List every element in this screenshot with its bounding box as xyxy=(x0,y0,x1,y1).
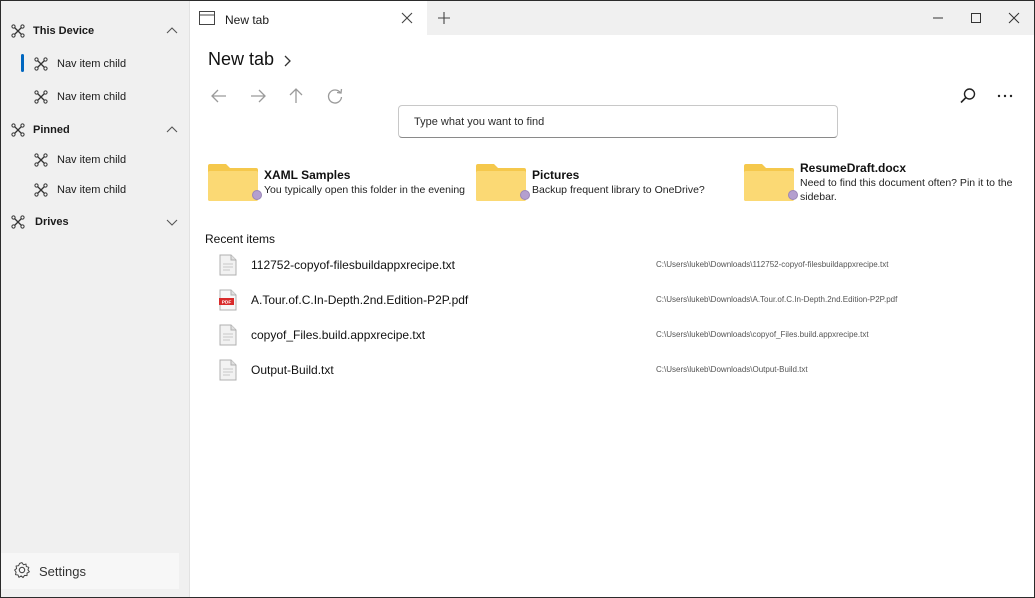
back-arrow-icon[interactable] xyxy=(209,86,229,106)
recent-item-row[interactable]: Output-Build.txt C:\Users\lukeb\Download… xyxy=(205,355,1025,385)
refresh-icon[interactable] xyxy=(325,86,345,106)
file-name: A.Tour.of.C.In-Depth.2nd.Edition-P2P.pdf xyxy=(251,293,469,307)
sidebar-group-drives[interactable]: Drives xyxy=(1,207,190,237)
sidebar-item-label: Nav item child xyxy=(57,184,127,196)
title-bar: New tab xyxy=(191,1,1034,35)
sidebar-group-pinned[interactable]: Pinned xyxy=(1,115,190,145)
quick-access-card[interactable]: Pictures Backup frequent library to OneD… xyxy=(476,161,742,207)
tab-new-tab[interactable]: New tab xyxy=(191,1,427,35)
page-title: New tab xyxy=(208,49,275,69)
nav-node-icon xyxy=(34,57,48,71)
chevron-up-icon[interactable] xyxy=(165,124,179,136)
text-file-icon xyxy=(219,254,237,276)
quick-access-subtitle: You typically open this folder in the ev… xyxy=(264,184,465,196)
close-window-button[interactable] xyxy=(994,1,1034,33)
close-tab-icon[interactable] xyxy=(401,12,413,24)
chevron-down-icon[interactable] xyxy=(165,216,179,228)
minimize-icon xyxy=(933,17,943,19)
minimize-button[interactable] xyxy=(918,1,958,33)
app-window: This Device Nav item child Nav item chil… xyxy=(0,0,1035,598)
file-name: Output-Build.txt xyxy=(251,363,334,377)
sidebar-group-label: Drives xyxy=(35,216,69,228)
gear-icon xyxy=(14,562,30,579)
sidebar-item-label: Nav item child xyxy=(57,91,127,103)
sidebar-group-label: Pinned xyxy=(33,124,70,136)
folder-icon xyxy=(476,164,526,201)
sidebar-item-nav-child-3[interactable]: Nav item child xyxy=(1,145,190,175)
nav-node-icon xyxy=(11,24,25,38)
sidebar: This Device Nav item child Nav item chil… xyxy=(1,1,190,597)
file-path: C:\Users\lukeb\Downloads\Output-Build.tx… xyxy=(656,365,808,374)
quick-access-subtitle: Backup frequent library to OneDrive? xyxy=(532,184,705,196)
sidebar-item-nav-child-4[interactable]: Nav item child xyxy=(1,175,190,205)
more-options-icon[interactable] xyxy=(995,86,1015,106)
settings-button[interactable]: Settings xyxy=(1,553,179,589)
tab-title: New tab xyxy=(225,13,270,27)
sidebar-item-label: Nav item child xyxy=(57,154,127,166)
text-file-icon xyxy=(219,324,237,346)
search-input[interactable] xyxy=(414,114,814,130)
folder-icon xyxy=(744,164,794,201)
file-path: C:\Users\lukeb\Downloads\copyof_Files.bu… xyxy=(656,330,869,339)
sidebar-item-label: Nav item child xyxy=(57,58,127,70)
nav-node-icon xyxy=(11,215,25,229)
sidebar-group-label: This Device xyxy=(33,25,95,37)
status-dot xyxy=(252,190,262,200)
forward-arrow-icon[interactable] xyxy=(248,86,268,106)
quick-access-title: ResumeDraft.docx xyxy=(800,161,907,175)
chevron-up-icon[interactable] xyxy=(165,25,179,37)
maximize-icon xyxy=(971,13,981,23)
recent-item-row[interactable]: PDF A.Tour.of.C.In-Depth.2nd.Edition-P2P… xyxy=(205,285,1025,315)
quick-access-title: Pictures xyxy=(532,168,580,182)
window-icon xyxy=(199,11,215,25)
nav-node-icon xyxy=(34,183,48,197)
file-name: 112752-copyof-filesbuildappxrecipe.txt xyxy=(251,258,455,272)
up-arrow-icon[interactable] xyxy=(286,86,306,106)
file-path: C:\Users\lukeb\Downloads\112752-copyof-f… xyxy=(656,260,889,269)
close-icon xyxy=(1008,12,1020,24)
breadcrumb-chevron-icon[interactable] xyxy=(282,54,292,68)
folder-icon xyxy=(208,164,258,201)
search-icon[interactable] xyxy=(958,86,978,106)
quick-access-card[interactable]: XAML Samples You typically open this fol… xyxy=(208,161,474,207)
quick-access-subtitle: Need to find this document often? Pin it… xyxy=(800,177,1013,203)
sidebar-item-nav-child-2[interactable]: Nav item child xyxy=(1,82,190,112)
file-path: C:\Users\lukeb\Downloads\A.Tour.of.C.In-… xyxy=(656,295,898,304)
add-tab-button[interactable] xyxy=(437,11,451,25)
pdf-file-icon: PDF xyxy=(219,289,237,311)
search-box[interactable] xyxy=(398,105,838,138)
status-dot xyxy=(520,190,530,200)
recent-item-row[interactable]: 112752-copyof-filesbuildappxrecipe.txt C… xyxy=(205,250,1025,280)
sidebar-group-this-device[interactable]: This Device xyxy=(1,16,190,46)
recent-item-row[interactable]: copyof_Files.build.appxrecipe.txt C:\Use… xyxy=(205,320,1025,350)
nav-node-icon xyxy=(34,90,48,104)
quick-access-card[interactable]: ResumeDraft.docx Need to find this docum… xyxy=(744,154,1012,203)
recent-items-heading: Recent items xyxy=(205,232,276,246)
maximize-button[interactable] xyxy=(956,1,996,33)
pdf-badge-label: PDF xyxy=(222,300,232,306)
text-file-icon xyxy=(219,359,237,381)
settings-label: Settings xyxy=(39,564,86,579)
quick-access-title: XAML Samples xyxy=(264,168,351,182)
status-dot xyxy=(788,190,798,200)
nav-node-icon xyxy=(11,123,25,137)
nav-node-icon xyxy=(34,153,48,167)
sidebar-item-nav-child-1[interactable]: Nav item child xyxy=(1,49,190,79)
file-name: copyof_Files.build.appxrecipe.txt xyxy=(251,328,426,342)
